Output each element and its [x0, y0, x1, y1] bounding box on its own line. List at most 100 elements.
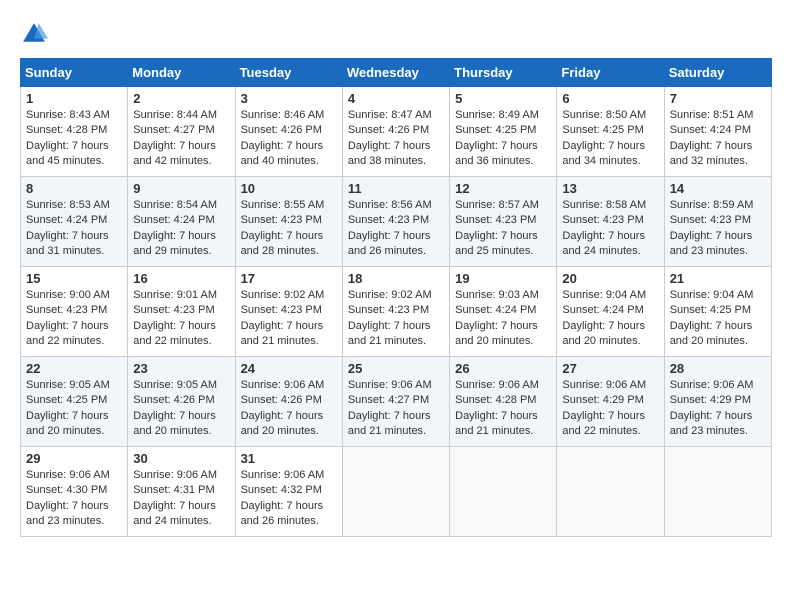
day-number: 31 — [241, 451, 337, 466]
day-info: Sunrise: 9:06 AM Sunset: 4:29 PM Dayligh… — [670, 378, 766, 440]
weekday-header-saturday: Saturday — [664, 59, 771, 87]
day-cell: 23 Sunrise: 9:05 AM Sunset: 4:26 PM Dayl… — [128, 357, 235, 447]
week-row-5: 29 Sunrise: 9:06 AM Sunset: 4:30 PM Dayl… — [21, 447, 772, 537]
day-cell: 19 Sunrise: 9:03 AM Sunset: 4:24 PM Dayl… — [450, 267, 557, 357]
day-number: 5 — [455, 91, 551, 106]
day-info: Sunrise: 8:56 AM Sunset: 4:23 PM Dayligh… — [348, 198, 444, 260]
day-info: Sunrise: 8:46 AM Sunset: 4:26 PM Dayligh… — [241, 108, 337, 170]
day-number: 19 — [455, 271, 551, 286]
day-info: Sunrise: 9:02 AM Sunset: 4:23 PM Dayligh… — [241, 288, 337, 350]
week-row-2: 8 Sunrise: 8:53 AM Sunset: 4:24 PM Dayli… — [21, 177, 772, 267]
day-info: Sunrise: 8:53 AM Sunset: 4:24 PM Dayligh… — [26, 198, 122, 260]
calendar-table: SundayMondayTuesdayWednesdayThursdayFrid… — [20, 58, 772, 537]
day-number: 23 — [133, 361, 229, 376]
day-cell: 20 Sunrise: 9:04 AM Sunset: 4:24 PM Dayl… — [557, 267, 664, 357]
day-info: Sunrise: 9:06 AM Sunset: 4:26 PM Dayligh… — [241, 378, 337, 440]
day-number: 13 — [562, 181, 658, 196]
day-number: 26 — [455, 361, 551, 376]
day-number: 12 — [455, 181, 551, 196]
page-header — [20, 20, 772, 48]
day-number: 24 — [241, 361, 337, 376]
day-info: Sunrise: 8:49 AM Sunset: 4:25 PM Dayligh… — [455, 108, 551, 170]
day-number: 7 — [670, 91, 766, 106]
day-info: Sunrise: 8:57 AM Sunset: 4:23 PM Dayligh… — [455, 198, 551, 260]
day-info: Sunrise: 9:06 AM Sunset: 4:32 PM Dayligh… — [241, 468, 337, 530]
day-cell: 29 Sunrise: 9:06 AM Sunset: 4:30 PM Dayl… — [21, 447, 128, 537]
logo-icon — [20, 20, 48, 48]
day-cell: 28 Sunrise: 9:06 AM Sunset: 4:29 PM Dayl… — [664, 357, 771, 447]
day-info: Sunrise: 9:04 AM Sunset: 4:25 PM Dayligh… — [670, 288, 766, 350]
day-number: 22 — [26, 361, 122, 376]
day-cell: 6 Sunrise: 8:50 AM Sunset: 4:25 PM Dayli… — [557, 87, 664, 177]
day-number: 4 — [348, 91, 444, 106]
day-cell: 16 Sunrise: 9:01 AM Sunset: 4:23 PM Dayl… — [128, 267, 235, 357]
day-number: 20 — [562, 271, 658, 286]
day-number: 30 — [133, 451, 229, 466]
day-cell: 27 Sunrise: 9:06 AM Sunset: 4:29 PM Dayl… — [557, 357, 664, 447]
day-info: Sunrise: 9:06 AM Sunset: 4:29 PM Dayligh… — [562, 378, 658, 440]
day-info: Sunrise: 8:55 AM Sunset: 4:23 PM Dayligh… — [241, 198, 337, 260]
day-cell: 11 Sunrise: 8:56 AM Sunset: 4:23 PM Dayl… — [342, 177, 449, 267]
day-info: Sunrise: 8:51 AM Sunset: 4:24 PM Dayligh… — [670, 108, 766, 170]
day-number: 10 — [241, 181, 337, 196]
day-info: Sunrise: 9:01 AM Sunset: 4:23 PM Dayligh… — [133, 288, 229, 350]
day-cell: 12 Sunrise: 8:57 AM Sunset: 4:23 PM Dayl… — [450, 177, 557, 267]
day-number: 29 — [26, 451, 122, 466]
day-info: Sunrise: 8:54 AM Sunset: 4:24 PM Dayligh… — [133, 198, 229, 260]
day-number: 15 — [26, 271, 122, 286]
weekday-header-monday: Monday — [128, 59, 235, 87]
day-cell: 15 Sunrise: 9:00 AM Sunset: 4:23 PM Dayl… — [21, 267, 128, 357]
day-number: 14 — [670, 181, 766, 196]
day-info: Sunrise: 9:04 AM Sunset: 4:24 PM Dayligh… — [562, 288, 658, 350]
day-cell — [342, 447, 449, 537]
day-info: Sunrise: 8:59 AM Sunset: 4:23 PM Dayligh… — [670, 198, 766, 260]
day-number: 28 — [670, 361, 766, 376]
day-cell: 21 Sunrise: 9:04 AM Sunset: 4:25 PM Dayl… — [664, 267, 771, 357]
day-info: Sunrise: 8:47 AM Sunset: 4:26 PM Dayligh… — [348, 108, 444, 170]
day-cell: 10 Sunrise: 8:55 AM Sunset: 4:23 PM Dayl… — [235, 177, 342, 267]
day-number: 16 — [133, 271, 229, 286]
weekday-header-tuesday: Tuesday — [235, 59, 342, 87]
weekday-header-wednesday: Wednesday — [342, 59, 449, 87]
day-info: Sunrise: 9:00 AM Sunset: 4:23 PM Dayligh… — [26, 288, 122, 350]
day-cell: 24 Sunrise: 9:06 AM Sunset: 4:26 PM Dayl… — [235, 357, 342, 447]
day-number: 27 — [562, 361, 658, 376]
day-number: 9 — [133, 181, 229, 196]
day-cell: 2 Sunrise: 8:44 AM Sunset: 4:27 PM Dayli… — [128, 87, 235, 177]
day-cell: 14 Sunrise: 8:59 AM Sunset: 4:23 PM Dayl… — [664, 177, 771, 267]
day-info: Sunrise: 9:03 AM Sunset: 4:24 PM Dayligh… — [455, 288, 551, 350]
day-info: Sunrise: 8:58 AM Sunset: 4:23 PM Dayligh… — [562, 198, 658, 260]
day-cell: 25 Sunrise: 9:06 AM Sunset: 4:27 PM Dayl… — [342, 357, 449, 447]
day-number: 3 — [241, 91, 337, 106]
day-info: Sunrise: 9:05 AM Sunset: 4:25 PM Dayligh… — [26, 378, 122, 440]
day-number: 25 — [348, 361, 444, 376]
day-number: 8 — [26, 181, 122, 196]
day-info: Sunrise: 8:50 AM Sunset: 4:25 PM Dayligh… — [562, 108, 658, 170]
day-cell: 1 Sunrise: 8:43 AM Sunset: 4:28 PM Dayli… — [21, 87, 128, 177]
day-cell: 4 Sunrise: 8:47 AM Sunset: 4:26 PM Dayli… — [342, 87, 449, 177]
day-info: Sunrise: 9:06 AM Sunset: 4:31 PM Dayligh… — [133, 468, 229, 530]
day-cell — [450, 447, 557, 537]
day-cell: 8 Sunrise: 8:53 AM Sunset: 4:24 PM Dayli… — [21, 177, 128, 267]
day-info: Sunrise: 8:43 AM Sunset: 4:28 PM Dayligh… — [26, 108, 122, 170]
day-cell: 30 Sunrise: 9:06 AM Sunset: 4:31 PM Dayl… — [128, 447, 235, 537]
day-number: 21 — [670, 271, 766, 286]
weekday-header-thursday: Thursday — [450, 59, 557, 87]
day-number: 17 — [241, 271, 337, 286]
day-cell — [557, 447, 664, 537]
week-row-3: 15 Sunrise: 9:00 AM Sunset: 4:23 PM Dayl… — [21, 267, 772, 357]
day-number: 18 — [348, 271, 444, 286]
week-row-1: 1 Sunrise: 8:43 AM Sunset: 4:28 PM Dayli… — [21, 87, 772, 177]
day-info: Sunrise: 9:06 AM Sunset: 4:27 PM Dayligh… — [348, 378, 444, 440]
day-cell: 31 Sunrise: 9:06 AM Sunset: 4:32 PM Dayl… — [235, 447, 342, 537]
weekday-header-row: SundayMondayTuesdayWednesdayThursdayFrid… — [21, 59, 772, 87]
day-number: 6 — [562, 91, 658, 106]
day-cell: 3 Sunrise: 8:46 AM Sunset: 4:26 PM Dayli… — [235, 87, 342, 177]
day-number: 1 — [26, 91, 122, 106]
logo — [20, 20, 52, 48]
day-info: Sunrise: 8:44 AM Sunset: 4:27 PM Dayligh… — [133, 108, 229, 170]
day-cell: 9 Sunrise: 8:54 AM Sunset: 4:24 PM Dayli… — [128, 177, 235, 267]
day-cell: 13 Sunrise: 8:58 AM Sunset: 4:23 PM Dayl… — [557, 177, 664, 267]
week-row-4: 22 Sunrise: 9:05 AM Sunset: 4:25 PM Dayl… — [21, 357, 772, 447]
day-cell: 5 Sunrise: 8:49 AM Sunset: 4:25 PM Dayli… — [450, 87, 557, 177]
